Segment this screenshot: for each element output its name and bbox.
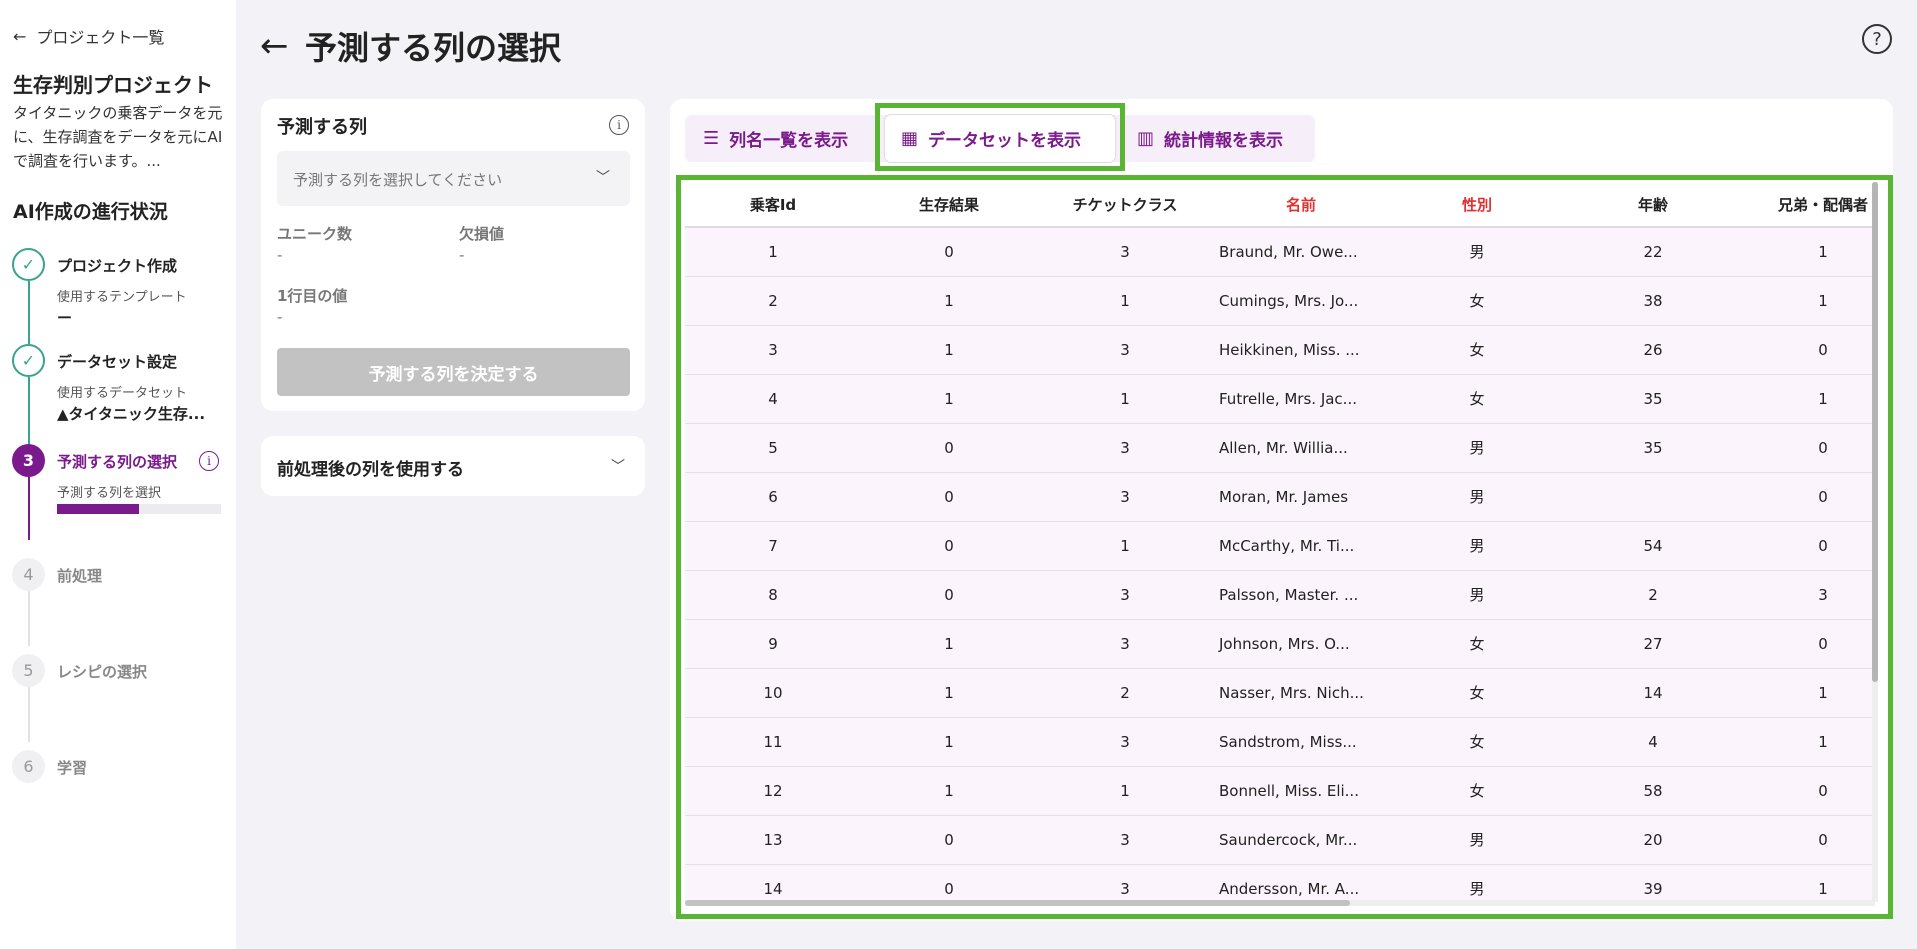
step-progress-bar — [57, 504, 221, 514]
tab-stats[interactable]: ▥ 統計情報を表示 — [1137, 115, 1283, 162]
check-icon: ✓ — [12, 344, 45, 377]
step-3-sub: 予測する列を選択 — [57, 486, 162, 501]
highlight-box-tab — [875, 103, 1125, 171]
tab-stats-label: 統計情報を表示 — [1164, 131, 1284, 151]
tab-columns-label: 列名一覧を表示 — [729, 131, 849, 151]
step-1-label[interactable]: プロジェクト作成 — [57, 255, 177, 276]
step-6-label: 学習 — [57, 759, 88, 777]
step-4-label: 前処理 — [57, 567, 103, 585]
step-connector — [28, 590, 30, 646]
first-row-value: - — [277, 308, 283, 326]
highlight-box-table — [676, 175, 1893, 919]
info-icon[interactable]: i — [199, 451, 219, 471]
back-link-label: プロジェクト一覧 — [36, 28, 165, 47]
arrow-left-icon: ← — [13, 26, 27, 46]
unique-count-value: - — [277, 246, 283, 264]
step-1-sub: 使用するテンプレート — [57, 290, 187, 305]
step-connector — [28, 477, 30, 540]
info-icon[interactable]: i — [609, 115, 629, 135]
step-5-label: レシピの選択 — [57, 663, 148, 681]
step-5-number: 5 — [12, 654, 45, 687]
back-arrow-icon[interactable]: ← — [260, 26, 289, 66]
project-title: 生存判別プロジェクト — [13, 73, 213, 97]
step-6-number: 6 — [12, 750, 45, 783]
step-2-label[interactable]: データセット設定 — [57, 351, 177, 372]
back-to-projects-link[interactable]: ← プロジェクト一覧 — [13, 24, 164, 48]
progress-title: AI作成の進行状況 — [13, 201, 168, 223]
step-3-label[interactable]: 予測する列の選択 — [57, 451, 177, 472]
step-4-number: 4 — [12, 558, 45, 591]
project-description: タイタニックの乗客データを元に、生存調査をデータを元にAIで調査を行います。..… — [13, 104, 223, 170]
help-icon[interactable]: ? — [1862, 24, 1892, 54]
first-row-label: 1行目の値 — [277, 287, 348, 305]
check-icon: ✓ — [12, 248, 45, 281]
target-column-panel: 予測する列 i 予測する列を選択してください ﹀ ユニーク数 - 欠損値 - 1… — [261, 99, 645, 411]
target-panel-title: 予測する列 — [277, 117, 367, 138]
page-title: 予測する列の選択 — [305, 29, 562, 67]
step-progress-fill — [57, 504, 139, 514]
sidebar: ← プロジェクト一覧 生存判別プロジェクト タイタニックの乗客データを元に、生存… — [0, 0, 236, 949]
step-2-sub: 使用するデータセット — [57, 386, 188, 401]
missing-value: - — [459, 246, 465, 264]
decide-target-button[interactable]: 予測する列を決定する — [277, 348, 630, 396]
missing-label: 欠損値 — [459, 225, 505, 243]
step-connector — [28, 377, 30, 445]
step-1-value: ー — [57, 309, 73, 327]
list-icon: ☰ — [703, 128, 720, 149]
step-connector — [28, 281, 30, 344]
preprocess-panel[interactable]: 前処理後の列を使用する ﹀ — [261, 436, 645, 496]
unique-count-label: ユニーク数 — [277, 225, 353, 243]
chevron-down-icon: ﹀ — [611, 459, 625, 475]
step-connector — [28, 686, 30, 742]
target-column-select[interactable]: 予測する列を選択してください ﹀ — [277, 151, 630, 206]
preprocess-label: 前処理後の列を使用する — [277, 460, 464, 480]
step-3-number: 3 — [12, 444, 45, 477]
step-2-value: ▲タイタニック生存... — [57, 405, 206, 423]
bar-chart-icon: ▥ — [1137, 128, 1155, 149]
chevron-down-icon: ﹀ — [596, 170, 610, 186]
tab-columns[interactable]: ☰ 列名一覧を表示 — [703, 115, 848, 162]
select-placeholder: 予測する列を選択してください — [293, 171, 503, 189]
